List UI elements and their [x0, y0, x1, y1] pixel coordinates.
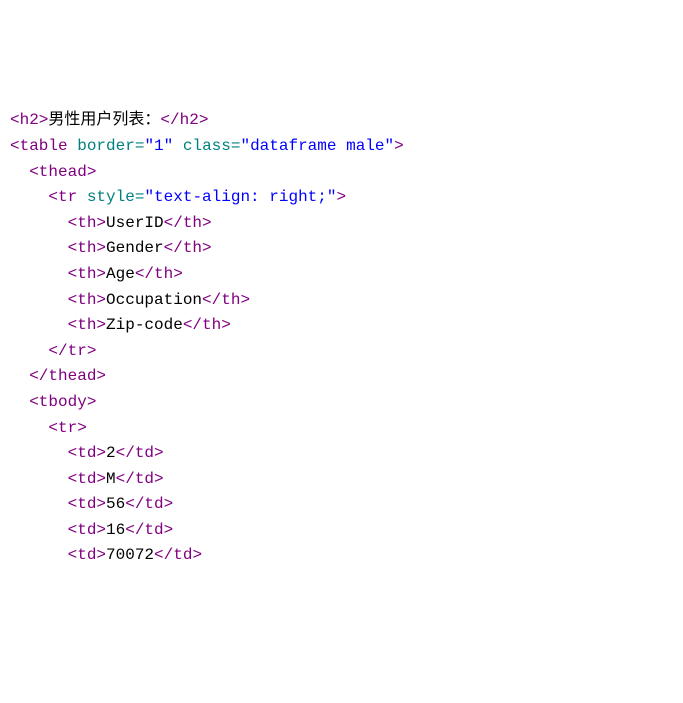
token-attr: border= — [77, 137, 144, 155]
token-tag: </th> — [164, 239, 212, 257]
code-line: </thead> — [10, 364, 673, 390]
token-txt — [68, 137, 78, 155]
token-tag: <th> — [68, 214, 106, 232]
code-line: <th>Occupation</th> — [10, 288, 673, 314]
token-txt — [173, 137, 183, 155]
code-line: <thead> — [10, 160, 673, 186]
token-txt: UserID — [106, 214, 164, 232]
code-line: <th>Age</th> — [10, 262, 673, 288]
token-tag: > — [336, 188, 346, 206]
token-tag: <tr> — [48, 419, 86, 437]
code-line: <th>UserID</th> — [10, 211, 673, 237]
token-tag: <th> — [68, 316, 106, 334]
token-tag: > — [394, 137, 404, 155]
code-line: <td>2</td> — [10, 441, 673, 467]
token-val: "text-align: right;" — [144, 188, 336, 206]
token-txt: M — [106, 470, 116, 488]
token-val: "dataframe male" — [240, 137, 394, 155]
token-tag: <tbody> — [29, 393, 96, 411]
code-line: <tr style="text-align: right;"> — [10, 185, 673, 211]
token-txt: 70072 — [106, 546, 154, 564]
token-txt: Age — [106, 265, 135, 283]
token-txt: Gender — [106, 239, 164, 257]
token-tag: </h2> — [160, 111, 208, 129]
code-line: </tr> — [10, 339, 673, 365]
code-line: <td>56</td> — [10, 492, 673, 518]
token-txt — [77, 188, 87, 206]
code-line: <tbody> — [10, 390, 673, 416]
html-source-code: <h2>男性用户列表：</h2><table border="1" class=… — [10, 108, 673, 569]
code-line: <td>M</td> — [10, 467, 673, 493]
token-attr: style= — [87, 188, 145, 206]
token-tag: </th> — [183, 316, 231, 334]
code-line: <th>Zip-code</th> — [10, 313, 673, 339]
token-tag: <thead> — [29, 163, 96, 181]
token-tag: </td> — [154, 546, 202, 564]
token-tag: </thead> — [29, 367, 106, 385]
code-line: <td>70072</td> — [10, 543, 673, 569]
token-txt: 男性用户列表： — [48, 111, 160, 129]
token-tag: <td> — [68, 470, 106, 488]
token-tag: </td> — [116, 470, 164, 488]
token-txt: Occupation — [106, 291, 202, 309]
token-txt: Zip-code — [106, 316, 183, 334]
token-tag: </td> — [125, 521, 173, 539]
token-tag: </td> — [116, 444, 164, 462]
token-tag: </th> — [202, 291, 250, 309]
token-txt: 16 — [106, 521, 125, 539]
token-tag: <td> — [68, 521, 106, 539]
token-tag: <td> — [68, 546, 106, 564]
token-tag: <th> — [68, 239, 106, 257]
code-line: <table border="1" class="dataframe male"… — [10, 134, 673, 160]
token-tag: <tr — [48, 188, 77, 206]
token-tag: </th> — [135, 265, 183, 283]
token-tag: <td> — [68, 444, 106, 462]
code-line: <tr> — [10, 416, 673, 442]
token-tag: <h2> — [10, 111, 48, 129]
code-line: <td>16</td> — [10, 518, 673, 544]
token-tag: <th> — [68, 265, 106, 283]
token-tag: </tr> — [48, 342, 96, 360]
code-line: <th>Gender</th> — [10, 236, 673, 262]
token-tag: <table — [10, 137, 68, 155]
token-tag: </th> — [164, 214, 212, 232]
token-tag: <th> — [68, 291, 106, 309]
token-attr: class= — [183, 137, 241, 155]
token-txt: 2 — [106, 444, 116, 462]
token-val: "1" — [144, 137, 173, 155]
code-line: <h2>男性用户列表：</h2> — [10, 108, 673, 134]
